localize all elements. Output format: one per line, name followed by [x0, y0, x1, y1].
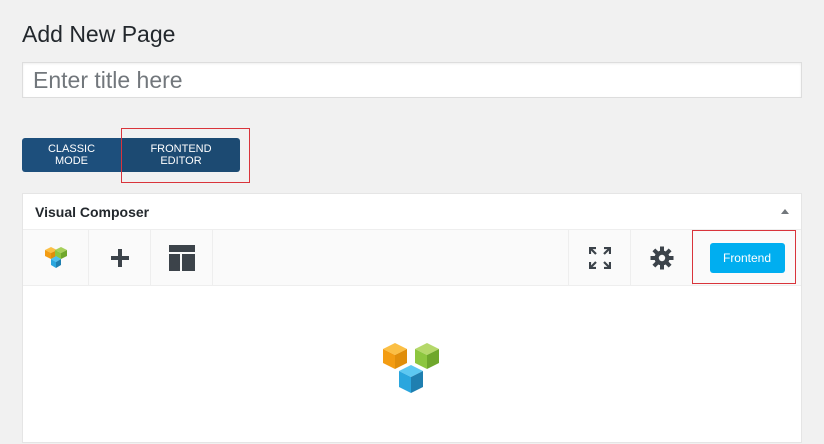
frontend-editor-button[interactable]: FRONTEND EDITOR: [121, 138, 240, 172]
frontend-button[interactable]: Frontend: [709, 242, 785, 273]
panel-title: Visual Composer: [35, 203, 150, 220]
composer-canvas[interactable]: [23, 286, 801, 444]
templates-button[interactable]: [151, 230, 213, 285]
vc-logo-icon: [383, 343, 439, 393]
plus-icon: [110, 248, 129, 267]
layout-templates-icon: [168, 244, 195, 271]
vc-logo-button[interactable]: [23, 230, 89, 285]
panel-header[interactable]: Visual Composer: [23, 194, 801, 230]
editor-mode-toggle: CLASSIC MODE FRONTEND EDITOR: [22, 138, 240, 172]
title-input[interactable]: [22, 62, 802, 98]
composer-toolbar: Frontend: [23, 230, 801, 286]
add-element-button[interactable]: [89, 230, 151, 285]
collapse-arrow-icon[interactable]: [781, 209, 789, 214]
fullscreen-icon: [588, 246, 611, 269]
fullscreen-button[interactable]: [568, 230, 630, 285]
gear-icon: [650, 246, 673, 269]
visual-composer-panel: Visual Composer Frontend: [22, 193, 802, 443]
page-title: Add New Page: [22, 21, 176, 47]
classic-mode-button[interactable]: CLASSIC MODE: [22, 138, 121, 172]
vc-logo-icon: [44, 246, 67, 268]
frontend-cell: Frontend: [692, 230, 801, 285]
toolbar-right-group: Frontend: [568, 230, 801, 285]
settings-button[interactable]: [630, 230, 692, 285]
